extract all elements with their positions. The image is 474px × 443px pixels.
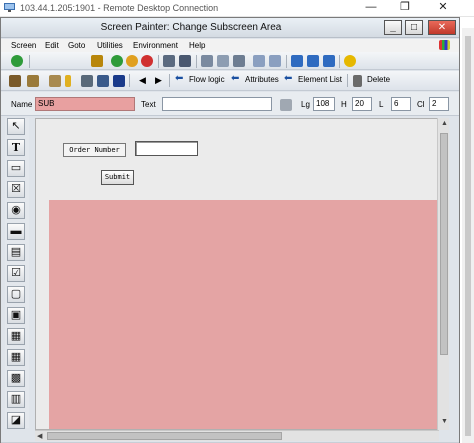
- new-session-icon[interactable]: [291, 55, 303, 67]
- remote-desktop-icon: [4, 3, 15, 12]
- text-field-icon[interactable]: T: [7, 139, 25, 156]
- save-icon[interactable]: [91, 55, 103, 67]
- window-title: Screen Painter: Change Subscreen Area: [100, 22, 282, 33]
- customize-layout-icon[interactable]: [439, 40, 450, 50]
- enter-icon[interactable]: [11, 55, 23, 67]
- custom-control-icon[interactable]: ▥: [7, 391, 25, 408]
- check-icon[interactable]: [49, 75, 61, 87]
- next-arrow-icon[interactable]: ▶: [155, 75, 162, 86]
- redo-icon[interactable]: [269, 55, 281, 67]
- subscreen-wizard-icon[interactable]: ▦: [7, 328, 25, 345]
- print-icon[interactable]: [163, 55, 175, 67]
- table-control-icon[interactable]: ▦: [7, 349, 25, 366]
- close-button[interactable]: ✕: [428, 20, 456, 35]
- rdp-close-button[interactable]: ✕: [428, 0, 458, 17]
- canvas-horizontal-scrollbar[interactable]: ◀: [35, 430, 439, 441]
- name-input[interactable]: SUB: [35, 97, 135, 111]
- menu-edit[interactable]: Edit: [45, 41, 59, 50]
- element-palette: ↖ T ▭ ☒ ◉ ▬ ▤ ☑ ▢ ▣ ▦ ▦ ▩ ▥ ◪: [5, 118, 29, 429]
- previous-arrow-icon[interactable]: ◀: [139, 75, 146, 86]
- flow-logic-button[interactable]: Flow logic: [189, 75, 225, 84]
- h-input[interactable]: 20: [352, 97, 372, 111]
- activate-icon[interactable]: [65, 75, 71, 87]
- radio-button-icon[interactable]: ◉: [7, 202, 25, 219]
- input-field-icon[interactable]: ▭: [7, 160, 25, 177]
- where-used-icon[interactable]: [97, 75, 109, 87]
- menu-environment[interactable]: Environment: [133, 41, 178, 50]
- rdp-minimize-button[interactable]: —: [356, 0, 386, 17]
- lg-input[interactable]: 108: [313, 97, 335, 111]
- element-list-button[interactable]: Element List: [298, 75, 342, 84]
- info-icon[interactable]: [113, 75, 125, 87]
- subscreen-area[interactable]: [49, 200, 439, 429]
- copy-icon[interactable]: [217, 55, 229, 67]
- menu-goto[interactable]: Goto: [68, 41, 85, 50]
- subscreen-area-icon[interactable]: ▣: [7, 307, 25, 324]
- menu-bar: Screen Edit Goto Utilities Environment H…: [1, 39, 459, 52]
- element-list-arrow-icon: ⬅: [284, 73, 293, 84]
- menu-utilities[interactable]: Utilities: [97, 41, 123, 50]
- tabstrip-icon[interactable]: ▤: [7, 244, 25, 261]
- submit-button[interactable]: Submit: [101, 170, 134, 185]
- exit-icon[interactable]: [126, 55, 138, 67]
- l-input[interactable]: 6: [391, 97, 411, 111]
- menu-help[interactable]: Help: [189, 41, 205, 50]
- box-icon[interactable]: ▢: [7, 286, 25, 303]
- scroll-down-icon[interactable]: ▼: [441, 418, 448, 425]
- horizontal-scroll-thumb[interactable]: [47, 432, 282, 440]
- rdp-window-title: 103.44.1.205:1901 - Remote Desktop Conne…: [20, 3, 219, 13]
- layout-canvas[interactable]: Order Number Submit: [35, 118, 439, 430]
- sap-title-bar: Screen Painter: Change Subscreen Area _ …: [1, 18, 459, 38]
- maximize-button[interactable]: □: [405, 20, 423, 35]
- text-input[interactable]: [162, 97, 272, 111]
- rdp-title-bar: 103.44.1.205:1901 - Remote Desktop Conne…: [0, 0, 474, 17]
- help-icon[interactable]: [344, 55, 356, 67]
- element-attributes-bar: Name SUB Text Lg 108 H 20 L 6 Cl 2: [1, 92, 459, 116]
- find-icon[interactable]: [179, 55, 191, 67]
- shortcut-icon[interactable]: [307, 55, 319, 67]
- l-label: L: [379, 100, 384, 109]
- vertical-scroll-thumb[interactable]: [440, 133, 448, 355]
- test-icon[interactable]: [81, 75, 93, 87]
- delete-button[interactable]: Delete: [367, 75, 390, 84]
- paste-icon[interactable]: [233, 55, 245, 67]
- lg-label: Lg: [301, 100, 310, 109]
- text-label: Text: [141, 100, 156, 109]
- attributes-button[interactable]: Attributes: [245, 75, 279, 84]
- rdp-scroll-thumb[interactable]: [465, 36, 471, 436]
- checkbox-icon[interactable]: ☒: [7, 181, 25, 198]
- display-change-icon[interactable]: [9, 75, 21, 87]
- cancel-icon[interactable]: [141, 55, 153, 67]
- attributes-arrow-icon: ⬅: [231, 73, 240, 84]
- menu-screen[interactable]: Screen: [11, 41, 36, 50]
- name-label: Name: [11, 100, 33, 109]
- standard-toolbar: [1, 52, 459, 70]
- undo-icon[interactable]: [253, 55, 265, 67]
- pointer-icon[interactable]: ↖: [7, 118, 25, 135]
- scroll-up-icon[interactable]: ▲: [441, 120, 448, 127]
- trash-icon: [353, 75, 362, 87]
- tabstrip-wizard-icon[interactable]: ☑: [7, 265, 25, 282]
- flow-logic-arrow-icon: ⬅: [175, 73, 184, 84]
- cl-label: Cl: [417, 100, 425, 109]
- layout-icon[interactable]: [323, 55, 335, 67]
- back-icon[interactable]: [111, 55, 123, 67]
- rdp-vertical-scrollbar[interactable]: [462, 28, 474, 443]
- table-control-wizard-icon[interactable]: ▩: [7, 370, 25, 387]
- other-object-icon[interactable]: [27, 75, 39, 87]
- pushbutton-icon[interactable]: ▬: [7, 223, 25, 240]
- cut-icon[interactable]: [201, 55, 213, 67]
- sap-window: Screen Painter: Change Subscreen Area _ …: [0, 17, 460, 443]
- cl-input[interactable]: 2: [429, 97, 449, 111]
- text-dictionary-icon[interactable]: [280, 99, 292, 111]
- rdp-restore-button[interactable]: ❐: [390, 0, 420, 17]
- application-toolbar: ◀ ▶ ⬅ Flow logic ⬅ Attributes ⬅ Element …: [1, 71, 459, 91]
- h-label: H: [341, 100, 347, 109]
- order-number-label[interactable]: Order Number: [63, 143, 126, 157]
- canvas-vertical-scrollbar[interactable]: ▲ ▼: [437, 118, 449, 430]
- minimize-button[interactable]: _: [384, 20, 402, 35]
- order-number-input[interactable]: [135, 141, 198, 156]
- scroll-left-icon[interactable]: ◀: [37, 432, 42, 440]
- status-icon[interactable]: ◪: [7, 412, 25, 429]
